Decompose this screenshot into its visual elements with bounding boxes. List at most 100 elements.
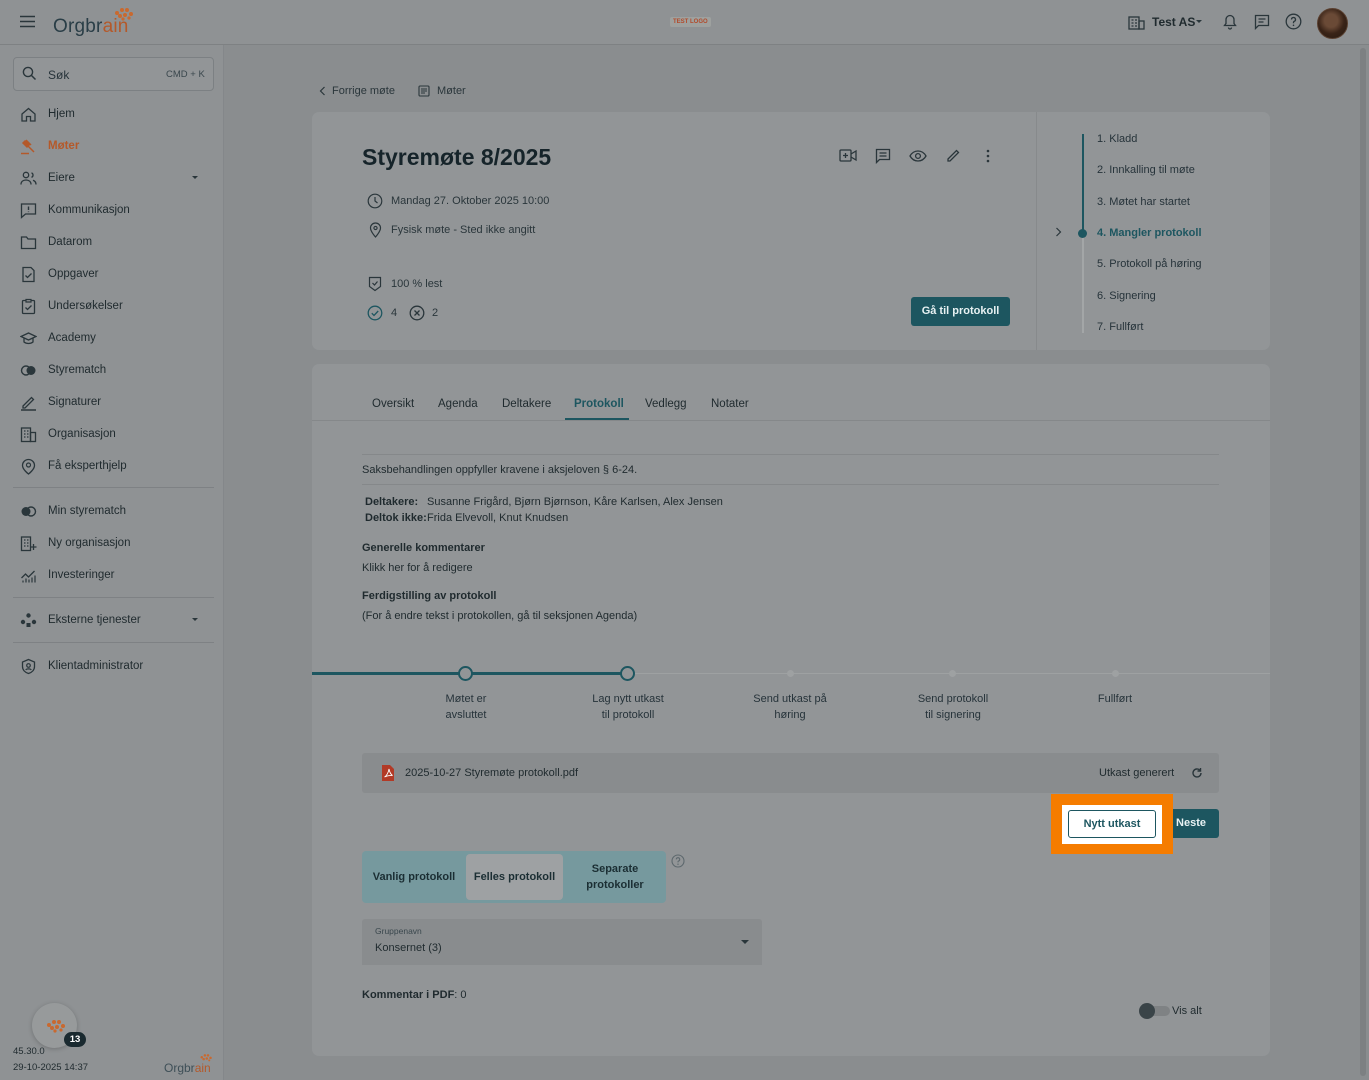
sidebar-divider xyxy=(13,487,214,488)
test-logo: TEST LOGO xyxy=(670,17,711,27)
tab-notater[interactable]: Notater xyxy=(711,398,749,410)
sidebar-item-undersokelser[interactable]: Undersøkelser xyxy=(0,293,224,319)
gavel-icon xyxy=(21,139,35,155)
tab-protokoll[interactable]: Protokoll xyxy=(574,398,624,410)
go-to-protocol-button[interactable]: Gå til protokoll xyxy=(911,297,1010,326)
sidebar-item-label: Undersøkelser xyxy=(48,300,123,312)
building-icon[interactable] xyxy=(1128,14,1145,30)
meetings-link[interactable]: Møter xyxy=(437,85,466,97)
sidebar-item-organisasjon[interactable]: Organisasjon xyxy=(0,421,224,447)
shield-check-icon xyxy=(368,276,382,292)
app-version: 45.30.0 xyxy=(13,1046,45,1057)
building-add-icon xyxy=(20,536,37,552)
sidebar-item-academy[interactable]: Academy xyxy=(0,325,224,351)
sidebar-item-klientadministrator[interactable]: Klientadministrator xyxy=(0,653,224,679)
cancel-circle-icon xyxy=(409,305,425,321)
divider xyxy=(362,454,1219,455)
location-icon xyxy=(369,222,382,238)
help-icon[interactable] xyxy=(1285,13,1302,30)
divider xyxy=(362,484,1219,485)
previous-meeting-link[interactable]: Forrige møte xyxy=(332,85,395,97)
chevron-down-icon xyxy=(192,176,198,179)
progress-node-pending xyxy=(949,670,956,677)
sidebar-item-hjem[interactable]: Hjem xyxy=(0,101,224,127)
meeting-location: Fysisk møte - Sted ikke angitt xyxy=(391,224,536,236)
chat-icon[interactable] xyxy=(1254,14,1270,30)
sidebar-item-eksperthjelp[interactable]: Få eksperthjelp xyxy=(0,453,224,479)
sidebar-item-signaturer[interactable]: Signaturer xyxy=(0,389,224,415)
sidebar-item-label: Datarom xyxy=(48,236,93,248)
check-circle-icon xyxy=(367,305,383,321)
sidebar-item-eksterne-tjenester[interactable]: Eksterne tjenester xyxy=(0,607,224,633)
sidebar-item-label: Investeringer xyxy=(48,569,115,581)
tab-oversikt[interactable]: Oversikt xyxy=(372,398,414,410)
sidebar-item-label: Kommunikasjon xyxy=(48,204,130,216)
sidebar-item-label: Få eksperthjelp xyxy=(48,460,127,472)
chevron-left-icon[interactable] xyxy=(319,86,326,96)
match-icon xyxy=(21,506,37,517)
file-status: Utkast generert xyxy=(1099,767,1175,779)
sidebar-item-min-styrematch[interactable]: Min styrematch xyxy=(0,498,224,524)
sidebar-item-oppgaver[interactable]: Oppgaver xyxy=(0,261,224,287)
app-version-date: 29-10-2025 14:37 xyxy=(13,1062,89,1073)
group-name-label: Gruppenavn xyxy=(375,926,422,936)
owners-icon xyxy=(20,171,37,185)
video-add-icon[interactable] xyxy=(839,148,857,163)
folder-icon xyxy=(20,236,37,250)
sidebar-item-label: Signaturer xyxy=(48,396,102,408)
finalization-text: (For å endre tekst i protokollen, gå til… xyxy=(362,610,638,622)
help-icon[interactable] xyxy=(671,854,685,868)
protocol-type-option-felles[interactable]: Felles protokoll xyxy=(466,869,563,885)
org-switcher[interactable]: Test AS xyxy=(1152,15,1195,29)
academy-icon xyxy=(20,332,37,345)
protocol-type-option-vanlig[interactable]: Vanlig protokoll xyxy=(364,869,464,885)
new-draft-button[interactable]: Nytt utkast xyxy=(1068,810,1156,838)
sidebar-item-kommunikasjon[interactable]: Kommunikasjon xyxy=(0,197,224,223)
match-icon xyxy=(20,365,36,376)
notification-badge: 13 xyxy=(64,1032,86,1047)
tab-deltakere[interactable]: Deltakere xyxy=(502,398,551,410)
progress-step-label: Lag nytt utkast til protokoll xyxy=(592,693,664,721)
accepted-count: 4 xyxy=(391,307,398,319)
signature-icon xyxy=(21,396,36,411)
refresh-icon[interactable] xyxy=(1191,767,1203,779)
tab-agenda[interactable]: Agenda xyxy=(438,398,478,410)
sidebar-item-label: Ny organisasjon xyxy=(48,537,131,549)
sidebar-item-label: Organisasjon xyxy=(48,428,116,440)
user-avatar[interactable] xyxy=(1317,8,1348,39)
page-scrollbar[interactable] xyxy=(1360,48,1366,1076)
participants-list: Susanne Frigård, Bjørn Bjørnson, Kåre Ka… xyxy=(427,496,723,508)
sidebar-item-datarom[interactable]: Datarom xyxy=(0,229,224,255)
app-logo[interactable]: Orgbrain xyxy=(53,16,129,38)
chevron-down-icon[interactable] xyxy=(741,940,749,944)
status-line-done xyxy=(1082,134,1084,233)
sidebar-item-moter[interactable]: Møter xyxy=(0,133,224,159)
toggle-knob[interactable] xyxy=(1139,1003,1155,1019)
sidebar-item-label: Eiere xyxy=(48,172,75,184)
sidebar-item-label: Hjem xyxy=(48,108,75,120)
more-vertical-icon[interactable] xyxy=(985,149,991,163)
status-step: 7. Fullført xyxy=(1097,321,1144,333)
bell-icon[interactable] xyxy=(1223,14,1237,30)
sidebar-item-investeringer[interactable]: Investeringer xyxy=(0,562,224,588)
sidebar-item-ny-organisasjon[interactable]: Ny organisasjon xyxy=(0,530,224,556)
sidebar-item-label: Academy xyxy=(48,332,96,344)
chevron-down-icon xyxy=(192,618,198,621)
menu-icon[interactable] xyxy=(20,15,35,28)
footer-logo: Orgbrain xyxy=(164,1061,211,1075)
org-dropdown-icon[interactable] xyxy=(1196,20,1202,23)
tabs-border xyxy=(312,420,1270,421)
comment-icon[interactable] xyxy=(875,148,891,164)
eye-icon[interactable] xyxy=(909,150,927,162)
expert-icon xyxy=(21,458,36,475)
chevron-right-icon[interactable] xyxy=(1055,227,1062,237)
sidebar-item-styrematch[interactable]: Styrematch xyxy=(0,357,224,383)
file-name[interactable]: 2025-10-27 Styremøte protokoll.pdf xyxy=(405,767,578,779)
absent-list: Frida Elvevoll, Knut Knudsen xyxy=(427,512,569,524)
sidebar-item-eiere[interactable]: Eiere xyxy=(0,165,224,191)
general-comments-edit[interactable]: Klikk her for å redigere xyxy=(362,562,473,574)
edit-icon[interactable] xyxy=(946,148,961,163)
survey-icon xyxy=(21,298,36,315)
protocol-type-option-separate[interactable]: Separate protokoller xyxy=(566,861,664,893)
tab-vedlegg[interactable]: Vedlegg xyxy=(645,398,687,410)
